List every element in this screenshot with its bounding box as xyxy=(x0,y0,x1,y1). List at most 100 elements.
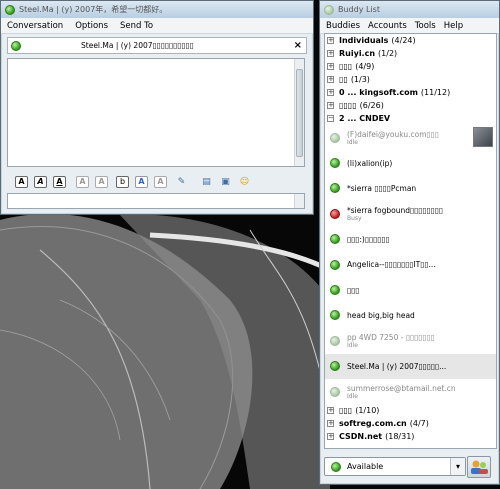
buddy-name: pp 4WD 7250 - ▯▯▯▯▯▯▯ xyxy=(347,332,435,342)
group-count: (4/9) xyxy=(355,62,375,71)
foreground-color-button[interactable]: A xyxy=(135,176,148,188)
chevron-down-icon[interactable]: ▾ xyxy=(450,458,465,475)
menu-tools[interactable]: Tools xyxy=(415,21,436,31)
expand-icon[interactable]: + xyxy=(327,407,334,415)
expand-icon[interactable]: + xyxy=(327,433,334,441)
group-row[interactable]: + ▯▯▯ (4/9) xyxy=(325,60,496,73)
group-count: (11/12) xyxy=(420,88,451,97)
pidgin-logo-icon xyxy=(324,4,334,15)
group-row[interactable]: +0 ... kingsoft.com (11/12) xyxy=(325,86,496,99)
buddy-tree[interactable]: + Individuals (4/24) + Ruiyi.cn (1/2) + ▯▯▯ (4… xyxy=(324,33,497,449)
status-available-icon xyxy=(5,4,15,15)
expand-icon[interactable]: + xyxy=(327,63,334,70)
group-name: CSDN.net xyxy=(339,432,383,442)
group-row[interactable]: + ▯▯ (1/3) xyxy=(325,73,496,86)
group-row[interactable]: + ▯▯▯ (1/10) xyxy=(325,404,496,417)
menu-conversation[interactable]: Conversation xyxy=(7,21,63,31)
group-row[interactable]: + softreg.com.cn (4/7) xyxy=(325,417,496,430)
expand-icon[interactable]: + xyxy=(327,420,334,428)
message-input[interactable] xyxy=(7,193,305,209)
collapse-icon[interactable]: − xyxy=(327,115,334,122)
bold-button[interactable]: A xyxy=(15,176,28,188)
group-name: softreg.com.cn xyxy=(339,419,407,429)
buddy-row[interactable]: (F)daifei@youku.com▯▯▯ Idle xyxy=(325,125,496,150)
background-color-button[interactable]: A xyxy=(154,176,167,188)
menu-buddies[interactable]: Buddies xyxy=(326,21,360,31)
group-count: (4/24) xyxy=(391,36,416,45)
buddy-list-title: Buddy List xyxy=(338,5,380,14)
group-row[interactable]: + CSDN.net (18/31) xyxy=(325,430,496,443)
expand-icon[interactable]: + xyxy=(327,89,334,96)
insert-image-icon[interactable]: ▣ xyxy=(219,176,232,188)
available-status-icon xyxy=(330,234,340,245)
idle-status-icon xyxy=(330,386,340,397)
expand-icon[interactable]: + xyxy=(327,37,334,44)
tab-conversation-steel-ma[interactable]: Steel.Ma | (y) 2007▯▯▯▯▯▯▯▯▯▯ × xyxy=(7,37,307,54)
smiley-icon[interactable]: ☺ xyxy=(238,176,251,188)
group-name: Individuals xyxy=(339,36,389,45)
buddy-name: head big,big head xyxy=(347,310,415,320)
tab-close-button[interactable]: × xyxy=(294,40,302,51)
buddy-list-titlebar[interactable]: Buddy List xyxy=(320,1,499,18)
expand-icon[interactable]: + xyxy=(327,102,334,109)
group-name: ▯▯▯▯ xyxy=(339,101,357,110)
conversation-window: Steel.Ma | (y) 2007年，希望一切都好。 Conversatio… xyxy=(0,0,314,215)
menu-accounts[interactable]: Accounts xyxy=(368,21,407,31)
group-row-cndev[interactable]: −2 ... CNDEV xyxy=(325,112,496,125)
busy-status-icon xyxy=(330,208,340,219)
group-name: ▯▯ xyxy=(339,75,348,84)
buddy-name: *sierra fogbound▯▯▯▯▯▯▯▯ xyxy=(347,205,443,215)
buddy-status: Idle xyxy=(347,392,358,400)
status-selector[interactable]: Available ▾ xyxy=(324,457,466,476)
buddy-row[interactable]: ▯▯▯ xyxy=(325,277,496,302)
buddy-row[interactable]: *sierra fogbound▯▯▯▯▯▯▯▯ Busy xyxy=(325,201,496,226)
buddy-name: Angelica--▯▯▯▯▯▯▯IT▯▯... xyxy=(347,260,436,270)
available-status-icon xyxy=(331,461,341,472)
buddy-avatar xyxy=(473,127,493,147)
buddy-row[interactable]: pp 4WD 7250 - ▯▯▯▯▯▯▯ Idle xyxy=(325,328,496,353)
menu-send-to[interactable]: Send To xyxy=(120,21,153,31)
buddy-list-menubar: Buddies Accounts Tools Help xyxy=(320,18,499,34)
buddy-row[interactable]: summerrose@btamail.net.cn Idle xyxy=(325,379,496,404)
buddies-avatar-icon xyxy=(471,460,488,474)
buddy-row[interactable]: (li)xalion(ip) xyxy=(325,150,496,175)
reset-format-icon[interactable]: ✎ xyxy=(175,176,188,188)
available-status-icon xyxy=(330,361,340,372)
conversation-titlebar[interactable]: Steel.Ma | (y) 2007年，希望一切都好。 xyxy=(1,1,313,18)
larger-font-button[interactable]: A xyxy=(76,176,89,188)
input-scrollbar[interactable] xyxy=(294,194,304,208)
group-count: (1/10) xyxy=(355,406,380,416)
underline-button[interactable]: A xyxy=(53,176,66,188)
message-history[interactable] xyxy=(7,58,305,167)
group-row[interactable]: + Individuals (4/24) xyxy=(325,34,496,47)
idle-status-icon xyxy=(330,132,340,143)
menu-help[interactable]: Help xyxy=(444,21,463,31)
insert-link-icon[interactable]: ▤ xyxy=(200,176,213,188)
group-name: 2 ... CNDEV xyxy=(339,114,391,123)
buddy-row[interactable]: ▯▯▯:)▯▯▯▯▯▯ xyxy=(325,227,496,252)
italic-button[interactable]: A xyxy=(34,176,47,188)
group-name: Ruiyi.cn xyxy=(339,49,376,58)
expand-icon[interactable]: + xyxy=(327,76,334,83)
available-status-icon xyxy=(330,310,340,321)
group-row[interactable]: + Ruiyi.cn (1/2) xyxy=(325,47,496,60)
group-count: (4/7) xyxy=(409,419,429,429)
smaller-font-button[interactable]: A xyxy=(95,176,108,188)
account-avatar-button[interactable] xyxy=(467,456,491,478)
scrollbar-thumb[interactable] xyxy=(296,69,303,157)
buddy-row-selected[interactable]: Steel.Ma | (y) 2007▯▯▯▯▯... xyxy=(325,353,496,379)
buddy-name: (li)xalion(ip) xyxy=(347,158,393,168)
menu-options[interactable]: Options xyxy=(75,21,108,31)
group-count: (6/26) xyxy=(359,101,384,110)
expand-icon[interactable]: + xyxy=(327,50,334,57)
buddy-row[interactable]: head big,big head xyxy=(325,303,496,328)
buddy-status: Busy xyxy=(347,214,362,222)
group-count: (1/2) xyxy=(378,49,398,58)
buddy-available-icon xyxy=(11,40,21,51)
buddy-row[interactable]: Angelica--▯▯▯▯▯▯▯IT▯▯... xyxy=(325,252,496,277)
history-scrollbar[interactable] xyxy=(294,59,304,166)
buddy-row[interactable]: *sierra ▯▯▯▯Pcman xyxy=(325,176,496,201)
group-row[interactable]: + ▯▯▯▯ (6/26) xyxy=(325,99,496,112)
font-face-button[interactable]: b xyxy=(116,176,129,188)
buddy-status: Idle xyxy=(347,138,358,146)
